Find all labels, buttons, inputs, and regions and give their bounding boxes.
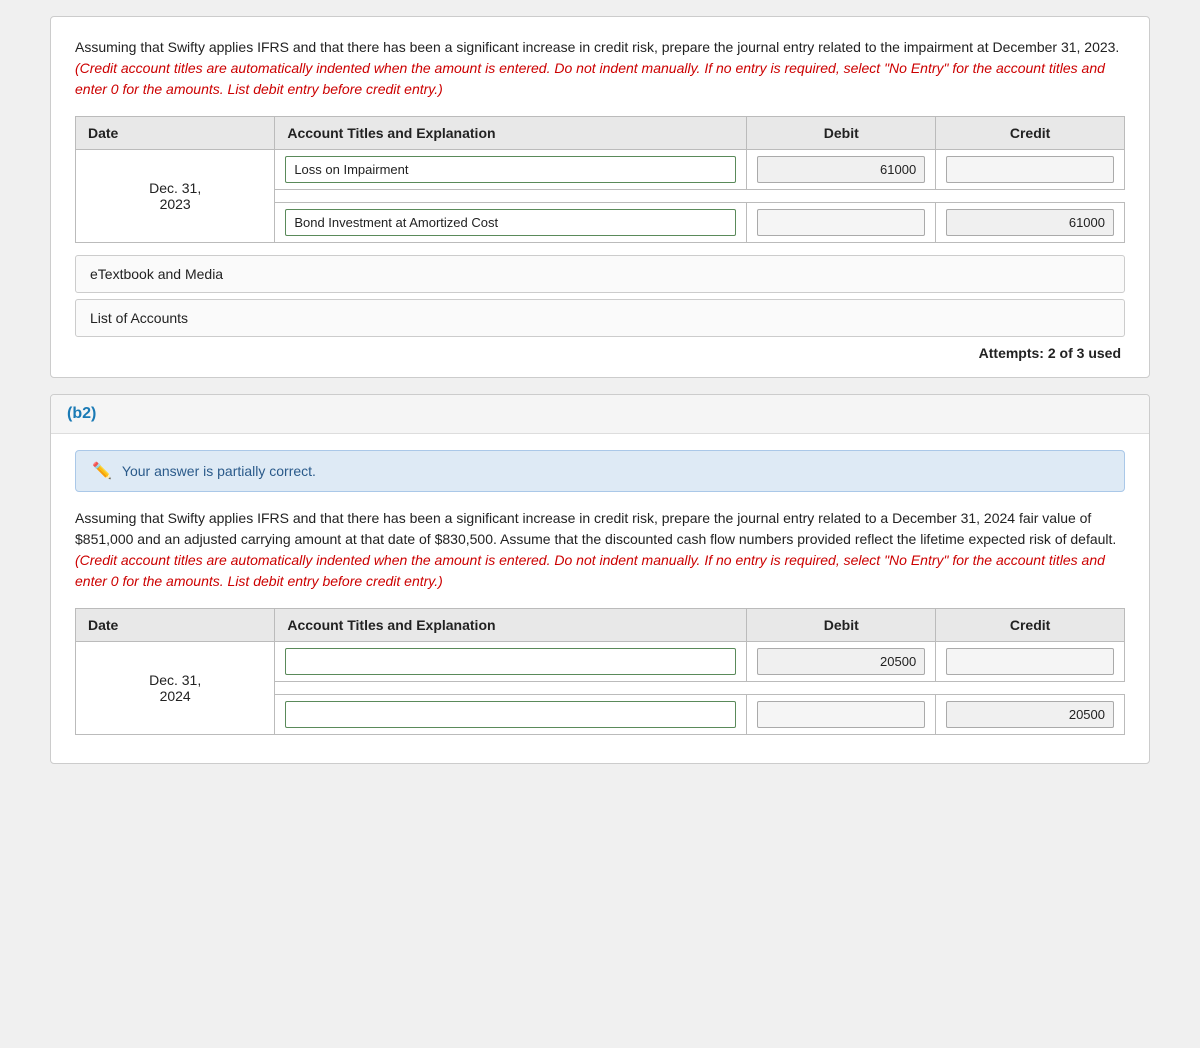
b1-credit2-cell — [936, 203, 1125, 243]
b1-debit1-input[interactable] — [757, 156, 925, 183]
b1-account1-input[interactable] — [285, 156, 736, 183]
etextbook-link[interactable]: eTextbook and Media — [75, 255, 1125, 293]
b1-journal-table: Date Account Titles and Explanation Debi… — [75, 116, 1125, 243]
b2-account2-cell — [275, 695, 747, 735]
b2-debit2-cell — [747, 695, 936, 735]
b2-header: (b2) — [51, 395, 1149, 434]
b2-account2-input[interactable] — [285, 701, 736, 728]
col-account: Account Titles and Explanation — [275, 117, 747, 150]
b1-account2-cell — [275, 203, 747, 243]
b2-debit1-cell — [747, 642, 936, 682]
partial-correct-text: Your answer is partially correct. — [122, 463, 316, 479]
b1-instruction: Assuming that Swifty applies IFRS and th… — [75, 37, 1125, 100]
b1-date-cell: Dec. 31,2023 — [76, 150, 275, 243]
partial-correct-banner: ✏️ Your answer is partially correct. — [75, 450, 1125, 492]
b2-col-credit: Credit — [936, 609, 1125, 642]
col-debit: Debit — [747, 117, 936, 150]
b2-date-cell: Dec. 31,2024 — [76, 642, 275, 735]
b2-col-account: Account Titles and Explanation — [275, 609, 747, 642]
b2-label: (b2) — [67, 405, 96, 422]
b2-debit2-input[interactable] — [757, 701, 925, 728]
col-credit: Credit — [936, 117, 1125, 150]
b2-credit2-input[interactable] — [946, 701, 1114, 728]
b2-account1-input[interactable] — [285, 648, 736, 675]
b2-col-date: Date — [76, 609, 275, 642]
col-date: Date — [76, 117, 275, 150]
section-b1: Assuming that Swifty applies IFRS and th… — [50, 16, 1150, 378]
b1-debit2-cell — [747, 203, 936, 243]
b2-credit1-cell — [936, 642, 1125, 682]
table-row: Dec. 31,2024 — [76, 642, 1125, 682]
b2-credit2-cell — [936, 695, 1125, 735]
b2-credit1-input[interactable] — [946, 648, 1114, 675]
list-of-accounts-link[interactable]: List of Accounts — [75, 299, 1125, 337]
b1-credit1-cell — [936, 150, 1125, 190]
b2-debit1-input[interactable] — [757, 648, 925, 675]
b1-debit2-input[interactable] — [757, 209, 925, 236]
table-row: Dec. 31,2023 — [76, 150, 1125, 190]
section-b2: (b2) ✏️ Your answer is partially correct… — [50, 394, 1150, 764]
b2-instruction-italic: (Credit account titles are automatically… — [75, 552, 1105, 589]
b2-account1-cell — [275, 642, 747, 682]
b1-credit1-input[interactable] — [946, 156, 1114, 183]
b1-account1-cell — [275, 150, 747, 190]
b2-journal-table: Date Account Titles and Explanation Debi… — [75, 608, 1125, 735]
b1-instruction-italic: (Credit account titles are automatically… — [75, 60, 1105, 97]
b2-instruction-plain: Assuming that Swifty applies IFRS and th… — [75, 510, 1116, 547]
b1-debit1-cell — [747, 150, 936, 190]
b1-account2-input[interactable] — [285, 209, 736, 236]
pencil-icon: ✏️ — [92, 461, 112, 481]
attempts-label: Attempts: 2 of 3 used — [75, 345, 1125, 361]
b2-col-debit: Debit — [747, 609, 936, 642]
b2-instruction: Assuming that Swifty applies IFRS and th… — [75, 508, 1125, 592]
b1-instruction-plain: Assuming that Swifty applies IFRS and th… — [75, 39, 1119, 55]
b1-credit2-input[interactable] — [946, 209, 1114, 236]
bottom-links: eTextbook and Media List of Accounts — [75, 255, 1125, 337]
